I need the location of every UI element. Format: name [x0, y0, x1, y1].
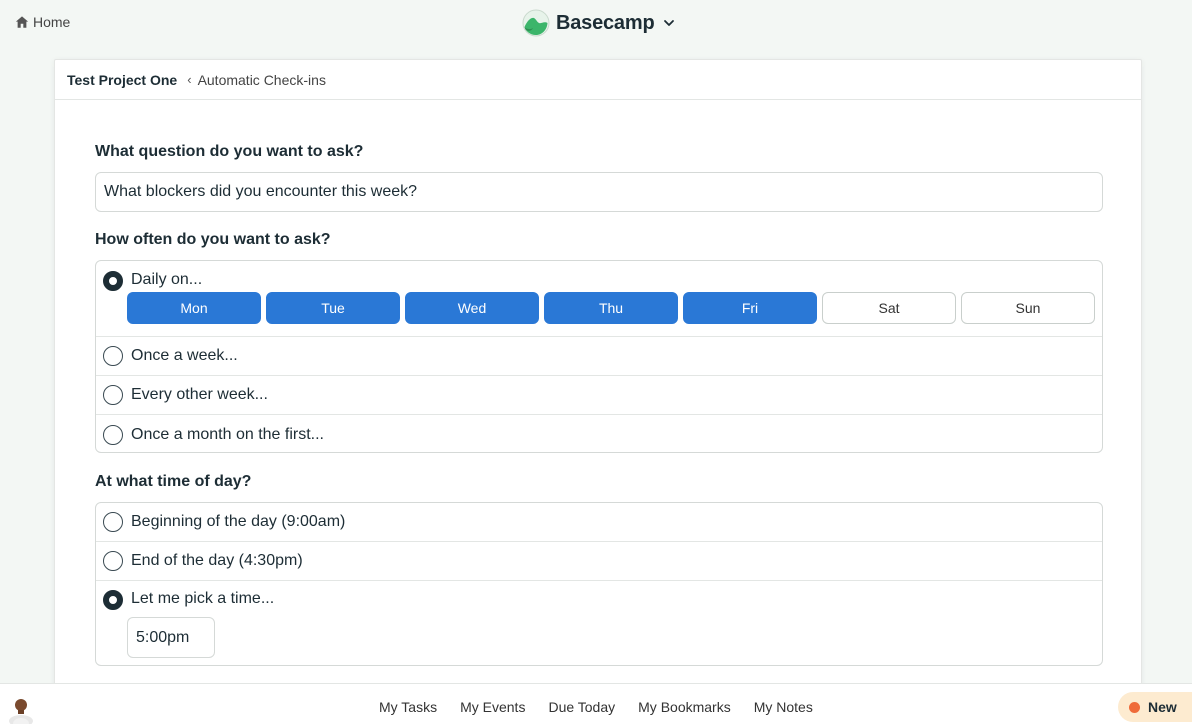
frequency-option-label: Every other week...: [131, 386, 268, 403]
day-button-sun[interactable]: Sun: [961, 292, 1095, 324]
my-events-link[interactable]: My Events: [460, 699, 525, 715]
due-today-link[interactable]: Due Today: [548, 699, 615, 715]
day-selector: Mon Tue Wed Thu Fri Sat Sun: [127, 292, 1095, 324]
frequency-option-monthly[interactable]: Once a month on the first...: [96, 415, 1102, 454]
radio-beginning-of-day[interactable]: [103, 512, 123, 532]
time-option-end[interactable]: End of the day (4:30pm): [96, 542, 1102, 581]
day-button-wed[interactable]: Wed: [405, 292, 539, 324]
avatar[interactable]: [6, 694, 36, 724]
frequency-label: How often do you want to ask?: [95, 231, 331, 248]
time-of-day-label: At what time of day?: [95, 473, 252, 490]
day-button-tue[interactable]: Tue: [266, 292, 400, 324]
frequency-options: Daily on... Mon Tue Wed Thu Fri Sat Sun …: [95, 260, 1103, 453]
new-button[interactable]: New: [1118, 692, 1192, 722]
time-option-label: End of the day (4:30pm): [131, 552, 303, 569]
breadcrumb-project-link[interactable]: Test Project One: [67, 72, 177, 88]
chevron-down-icon: [664, 20, 675, 26]
radio-daily[interactable]: [103, 271, 123, 291]
question-label: What question do you want to ask?: [95, 143, 364, 160]
brand-name: Basecamp: [556, 11, 655, 34]
bottom-links: My Tasks My Events Due Today My Bookmark…: [379, 684, 813, 728]
time-option-custom[interactable]: Let me pick a time... 5:00pm: [96, 581, 1102, 667]
my-tasks-link[interactable]: My Tasks: [379, 699, 437, 715]
radio-biweekly[interactable]: [103, 385, 123, 405]
home-label: Home: [33, 14, 71, 30]
day-button-fri[interactable]: Fri: [683, 292, 817, 324]
top-navigation: Home Basecamp: [0, 0, 1192, 46]
my-bookmarks-link[interactable]: My Bookmarks: [638, 699, 731, 715]
bottom-bar: My Tasks My Events Due Today My Bookmark…: [0, 683, 1192, 728]
frequency-option-label: Daily on...: [131, 271, 203, 288]
basecamp-logo-icon: [522, 9, 550, 37]
time-options: Beginning of the day (9:00am) End of the…: [95, 502, 1103, 666]
radio-pick-time[interactable]: [103, 590, 123, 610]
frequency-option-label: Once a week...: [131, 347, 238, 364]
day-button-mon[interactable]: Mon: [127, 292, 261, 324]
radio-monthly[interactable]: [103, 424, 123, 445]
home-link[interactable]: Home: [15, 14, 70, 30]
frequency-option-biweekly[interactable]: Every other week...: [96, 376, 1102, 415]
my-notes-link[interactable]: My Notes: [754, 699, 813, 715]
frequency-option-weekly[interactable]: Once a week...: [96, 337, 1102, 376]
frequency-option-label: Once a month on the first...: [131, 425, 324, 443]
checkin-editor-card: Test Project One ‹ Automatic Check-ins W…: [54, 59, 1142, 699]
radio-weekly[interactable]: [103, 346, 123, 366]
day-button-thu[interactable]: Thu: [544, 292, 678, 324]
day-button-sat[interactable]: Sat: [822, 292, 956, 324]
home-icon: [15, 16, 29, 28]
question-input[interactable]: [95, 172, 1103, 212]
new-label: New: [1148, 699, 1177, 715]
time-picker-input[interactable]: 5:00pm: [127, 617, 215, 658]
frequency-option-daily[interactable]: Daily on... Mon Tue Wed Thu Fri Sat Sun: [96, 261, 1102, 337]
radio-end-of-day[interactable]: [103, 551, 123, 571]
breadcrumb-separator: ‹: [187, 72, 192, 87]
brand-switcher[interactable]: Basecamp: [522, 9, 676, 37]
time-option-label: Let me pick a time...: [131, 590, 275, 607]
time-option-label: Beginning of the day (9:00am): [131, 513, 346, 530]
time-option-beginning[interactable]: Beginning of the day (9:00am): [96, 503, 1102, 542]
new-dot-icon: [1129, 701, 1140, 713]
breadcrumb-current: Automatic Check-ins: [197, 71, 326, 88]
breadcrumb: Test Project One ‹ Automatic Check-ins: [55, 60, 1141, 100]
